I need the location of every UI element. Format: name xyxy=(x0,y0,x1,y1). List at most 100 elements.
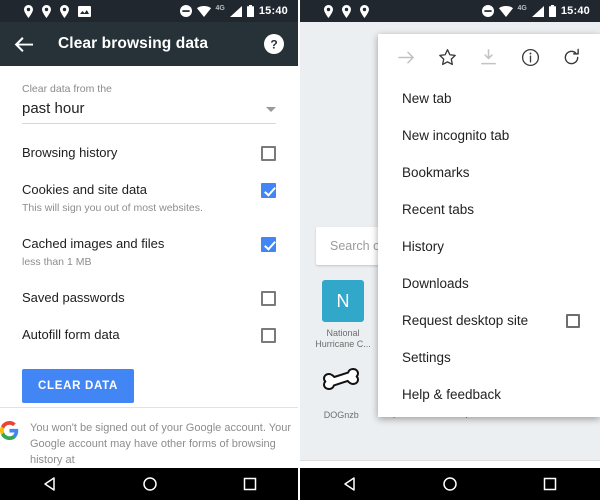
option-title: Browsing history xyxy=(22,145,118,160)
menu-item-label: Bookmarks xyxy=(402,165,470,180)
android-nav-bar xyxy=(300,468,600,500)
do-not-disturb-icon xyxy=(481,5,494,17)
option-autofill-form-data[interactable]: Autofill form data xyxy=(22,327,276,343)
option-texts: Saved passwords xyxy=(22,290,137,306)
time-range-label: Clear data from the xyxy=(22,83,112,95)
time-range-value: past hour xyxy=(22,100,85,117)
do-not-disturb-icon xyxy=(179,5,192,17)
menu-item-label: New incognito tab xyxy=(402,128,510,143)
image-icon xyxy=(78,5,91,17)
letter-tile-icon: N xyxy=(322,280,364,322)
menu-item-settings[interactable]: Settings xyxy=(378,339,600,376)
location-icon xyxy=(360,4,369,18)
location-icon xyxy=(24,4,33,18)
option-title: Cookies and site data xyxy=(22,182,148,197)
reload-icon[interactable] xyxy=(562,48,581,67)
option-subtitle: less than 1 MB xyxy=(22,256,92,268)
status-bar-right-icons: 4G 15:40 xyxy=(481,5,594,17)
chevron-down-icon xyxy=(266,107,276,112)
app-bar: Clear browsing data ? xyxy=(0,22,298,66)
google-account-note: You won't be signed out of your Google a… xyxy=(0,407,298,468)
wifi-icon xyxy=(498,5,513,17)
menu-item-recent-tabs[interactable]: Recent tabs xyxy=(378,191,600,228)
checkbox-browsing-history[interactable] xyxy=(261,146,276,161)
menu-item-new-incognito-tab[interactable]: New incognito tab xyxy=(378,117,600,154)
signal-icon xyxy=(229,5,242,17)
back-arrow-icon[interactable] xyxy=(14,36,34,53)
overflow-menu: New tab New incognito tab Bookmarks Rece… xyxy=(378,34,600,417)
time-range-dropdown[interactable]: past hour xyxy=(22,100,276,124)
help-icon[interactable]: ? xyxy=(264,34,284,54)
status-bar-left-icons xyxy=(6,4,91,18)
menu-item-help-and-feedback[interactable]: Help & feedback xyxy=(378,376,600,413)
search-placeholder: Search or xyxy=(330,239,385,253)
back-triangle-icon[interactable] xyxy=(42,476,58,492)
battery-icon xyxy=(246,5,254,17)
option-browsing-history[interactable]: Browsing history xyxy=(22,145,276,161)
menu-item-label: New tab xyxy=(402,91,452,106)
menu-item-label: Request desktop site xyxy=(402,313,529,328)
menu-item-new-tab[interactable]: New tab xyxy=(378,80,600,117)
option-texts: Autofill form data xyxy=(22,327,132,343)
screen-chrome-overflow-menu: 4G 15:40 Search or N National Hurricane xyxy=(300,0,600,500)
option-title: Cached images and files xyxy=(22,236,165,251)
location-icon xyxy=(42,4,51,18)
option-cached-images-and-files[interactable]: Cached images and files less than 1 MB xyxy=(22,236,276,269)
signal-icon xyxy=(531,5,544,17)
location-icon xyxy=(324,4,333,18)
status-bar-left-icons xyxy=(306,4,369,18)
option-cookies-and-site-data[interactable]: Cookies and site data This will sign you… xyxy=(22,182,276,215)
network-type-label: 4G xyxy=(215,4,225,12)
status-bar-right-icons: 4G 15:40 xyxy=(179,4,292,17)
clock: 15:40 xyxy=(258,5,288,17)
menu-item-history[interactable]: History xyxy=(378,228,600,265)
page-info-icon[interactable] xyxy=(521,48,540,67)
home-circle-icon[interactable] xyxy=(442,476,458,492)
menu-item-bookmarks[interactable]: Bookmarks xyxy=(378,154,600,191)
google-account-note-text: You won't be signed out of your Google a… xyxy=(30,422,291,466)
option-saved-passwords[interactable]: Saved passwords xyxy=(22,290,276,306)
tile-national-hurricane-center[interactable]: N National Hurricane C... xyxy=(314,280,372,350)
clear-data-button[interactable]: CLEAR DATA xyxy=(22,369,135,403)
checkbox-autofill-form-data[interactable] xyxy=(261,328,276,343)
tile-label: DOGnzb xyxy=(323,410,359,420)
tile-dognzb[interactable]: DOGnzb xyxy=(314,367,369,421)
google-g-logo xyxy=(0,421,19,440)
bone-icon xyxy=(323,368,360,390)
option-texts: Cookies and site data This will sign you… xyxy=(22,182,215,215)
screenshot-pair: 4G 15:40 Clear browsing data ? Clear dat… xyxy=(0,0,600,500)
screen-clear-browsing-data: 4G 15:40 Clear browsing data ? Clear dat… xyxy=(0,0,300,500)
page-title: Clear browsing data xyxy=(58,35,209,52)
menu-item-label: Help & feedback xyxy=(402,387,502,402)
status-bar: 4G 15:40 xyxy=(300,0,600,22)
option-title: Saved passwords xyxy=(22,290,125,305)
status-bar: 4G 15:40 xyxy=(0,0,298,22)
home-circle-icon[interactable] xyxy=(142,476,158,492)
clear-data-form: Clear data from the past hour Browsing h… xyxy=(0,66,298,468)
option-subtitle: This will sign you out of most websites. xyxy=(22,202,203,214)
star-icon[interactable] xyxy=(438,48,457,67)
menu-item-downloads[interactable]: Downloads xyxy=(378,265,600,302)
checkbox-cached-images-and-files[interactable] xyxy=(261,237,276,252)
battery-icon xyxy=(548,5,556,17)
checkbox-request-desktop-site[interactable] xyxy=(566,313,580,328)
menu-item-label: History xyxy=(402,239,445,254)
forward-arrow-icon[interactable] xyxy=(397,48,416,67)
back-triangle-icon[interactable] xyxy=(342,476,358,492)
menu-item-request-desktop-site[interactable]: Request desktop site xyxy=(378,302,600,339)
recents-square-icon[interactable] xyxy=(542,476,558,492)
checkbox-cookies-and-site-data[interactable] xyxy=(261,183,276,198)
option-title: Autofill form data xyxy=(22,327,120,342)
clock: 15:40 xyxy=(560,5,590,17)
overflow-menu-icon-row xyxy=(378,34,600,80)
menu-item-label: Downloads xyxy=(402,276,469,291)
location-icon xyxy=(342,4,351,18)
checkbox-saved-passwords[interactable] xyxy=(261,291,276,306)
android-nav-bar xyxy=(0,468,298,500)
menu-item-label: Settings xyxy=(402,350,451,365)
location-icon xyxy=(60,4,69,18)
svg-text:?: ? xyxy=(270,38,277,52)
download-icon[interactable] xyxy=(479,48,498,67)
menu-item-label: Recent tabs xyxy=(402,202,475,217)
recents-square-icon[interactable] xyxy=(242,476,258,492)
